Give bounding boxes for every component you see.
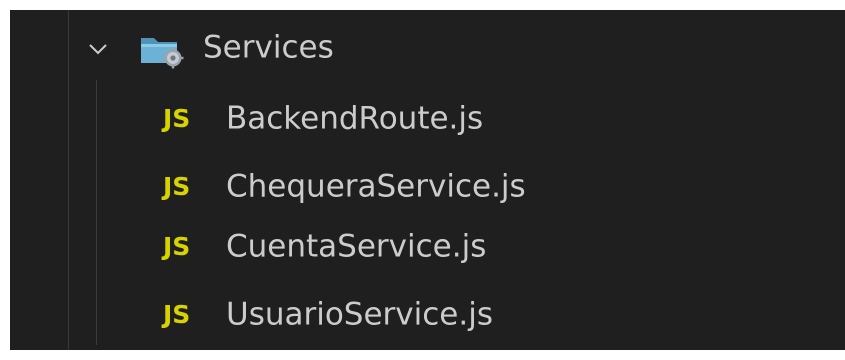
javascript-file-icon: JS: [163, 231, 191, 261]
file-label: BackendRoute.js: [226, 100, 484, 137]
file-row[interactable]: JS ChequeraService.js: [10, 158, 845, 218]
javascript-file-icon: JS: [163, 299, 191, 329]
file-row[interactable]: JS CuentaService.js: [10, 218, 845, 278]
file-explorer-panel: Services JS BackendRoute.js JS ChequeraS…: [10, 10, 845, 350]
javascript-file-icon: JS: [163, 171, 191, 201]
file-row[interactable]: JS BackendRoute.js: [10, 90, 845, 150]
file-label: ChequeraService.js: [226, 168, 526, 205]
folder-label: Services: [203, 29, 334, 66]
file-label: CuentaService.js: [226, 228, 487, 265]
file-row[interactable]: JS UsuarioService.js: [10, 286, 845, 346]
javascript-file-icon: JS: [163, 103, 191, 133]
chevron-down-icon[interactable]: [86, 37, 110, 61]
file-label: UsuarioService.js: [226, 296, 493, 333]
services-folder-icon: [137, 29, 185, 69]
folder-row-services[interactable]: Services: [10, 18, 845, 80]
